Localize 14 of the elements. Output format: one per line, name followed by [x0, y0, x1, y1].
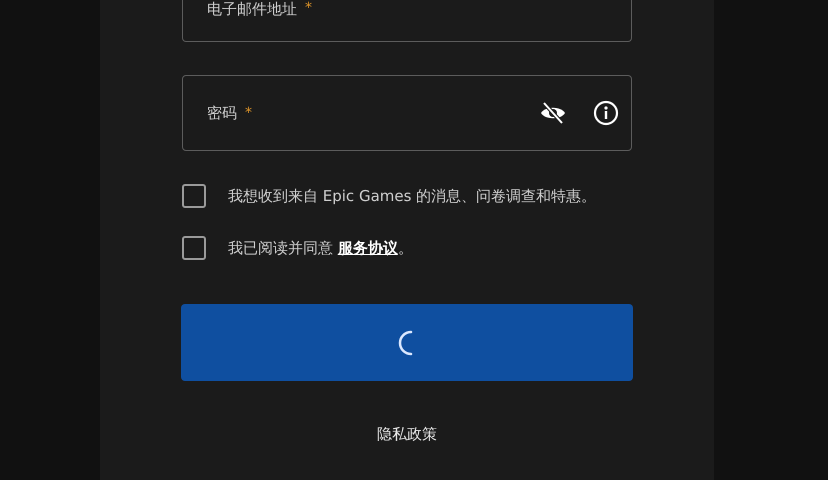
- input-field[interactable]: 密码 *: [182, 75, 632, 151]
- input-field[interactable]: 电子邮件地址 *: [182, 0, 632, 42]
- checkbox[interactable]: [182, 236, 206, 260]
- checkbox-label: 我想收到来自 Epic Games 的消息、问卷调查和特惠。: [228, 186, 598, 207]
- checkbox-label: 我已阅读并同意 服务协议。: [228, 238, 414, 259]
- required-mark: *: [305, 0, 312, 16]
- privacy-policy-link[interactable]: 隐私政策: [377, 425, 437, 444]
- info-icon[interactable]: [593, 100, 619, 126]
- required-mark: *: [245, 105, 252, 121]
- checkbox[interactable]: [182, 184, 206, 208]
- terms-link[interactable]: 服务协议: [338, 239, 398, 257]
- field-label: 密码: [207, 104, 237, 122]
- eye-slash-icon[interactable]: [539, 101, 567, 125]
- field-label: 电子邮件地址: [207, 0, 297, 19]
